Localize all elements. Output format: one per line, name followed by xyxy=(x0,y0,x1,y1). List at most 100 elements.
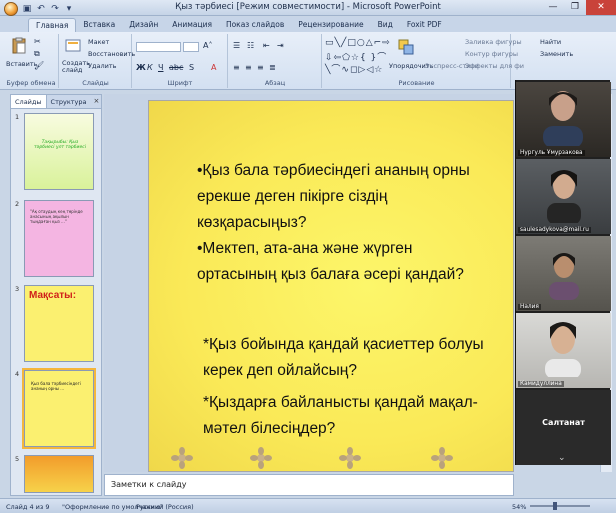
font-size-combo[interactable] xyxy=(183,42,199,52)
participant-tile[interactable]: saulesadykova@mail.ru xyxy=(516,159,611,234)
participant-name: Салтанат xyxy=(542,418,585,427)
new-slide-icon[interactable] xyxy=(64,37,82,55)
shapes-gallery-row3-icon[interactable]: ╲⌒∿◻▷◁☆ xyxy=(325,62,383,75)
justify-icon[interactable]: ≣ xyxy=(269,63,276,72)
thumbnail: Мақсаты: xyxy=(24,285,94,362)
participant-name: saulesadykova@mail.ru xyxy=(518,227,591,233)
indent-icon[interactable]: ⇤ xyxy=(263,41,270,50)
paragraph-label: Абзац xyxy=(264,79,286,87)
flower-ornament-icon xyxy=(339,447,361,469)
new-slide-button[interactable]: Создать слайд xyxy=(62,60,90,74)
tab-foxit-pdf[interactable]: Foxit PDF xyxy=(400,18,449,32)
language[interactable]: Русский (Россия) xyxy=(136,503,194,511)
current-slide[interactable]: •Қыз бала тәрбиесіндегі ананың орны ерек… xyxy=(148,100,514,472)
slide-line-9: мәтел білесіңдер? xyxy=(203,420,336,437)
slide-number: 5 xyxy=(15,455,20,463)
font-label: Шрифт xyxy=(167,79,193,87)
tab-outline[interactable]: Структура xyxy=(47,95,91,108)
paste-icon[interactable] xyxy=(10,37,28,55)
slide-number: 2 xyxy=(15,200,20,208)
thumbnail: Тақырыбы: Қыз тәрбиесі ұлт тәрбиесі xyxy=(24,113,94,190)
tab-animation[interactable]: Анимация xyxy=(165,18,219,32)
slide-line-7: керек деп ойлайсың? xyxy=(203,362,357,379)
delete-button[interactable]: Удалить xyxy=(88,62,116,70)
participant-tile[interactable]: Налия xyxy=(516,236,611,311)
powerpoint-window: ▣ ↶ ↷ ▾ Қыз тәрбиесі [Режим совместимост… xyxy=(0,0,616,513)
drawing-group: ▭╲╱□○△⌐⇨ ⇩⇦⬠☆{ }⌒ ╲⌒∿◻▷◁☆ Упорядочить Эк… xyxy=(323,34,524,88)
participant-avatar xyxy=(543,91,583,146)
slides-label: Слайды xyxy=(82,79,109,87)
video-call-panel: Нургуль Ұмурзакова saulesadykova@mail.ru… xyxy=(515,80,611,465)
drawing-label: Рисование xyxy=(398,79,435,87)
ribbon-tabs: Главная Вставка Дизайн Анимация Показ сл… xyxy=(0,17,616,32)
underline-icon[interactable]: Ч xyxy=(158,63,163,72)
window-title: Қыз тәрбиесі [Режим совместимости] - Mic… xyxy=(175,2,441,12)
bullets-icon[interactable]: ☰ xyxy=(233,41,240,50)
zoom-slider-handle[interactable] xyxy=(553,502,557,510)
shadow-icon[interactable]: S xyxy=(189,63,194,72)
participant-tile[interactable]: Нургуль Ұмурзакова xyxy=(516,82,611,157)
shape-outline-button[interactable]: Контур фигуры xyxy=(465,50,518,58)
tab-slideshow[interactable]: Показ слайдов xyxy=(219,18,291,32)
close-icon[interactable]: × xyxy=(91,95,103,108)
slides-panel-tabs: Слайды Структура × xyxy=(11,95,101,109)
bold-icon[interactable]: Ж xyxy=(136,63,146,72)
slide-number: 1 xyxy=(15,113,20,121)
slide-line-4: •Мектеп, ата-ана және жүрген xyxy=(197,240,413,257)
participant-tile[interactable]: Камидуллина xyxy=(516,313,611,388)
reset-button[interactable]: Восстановить xyxy=(88,50,135,58)
tab-design[interactable]: Дизайн xyxy=(122,18,165,32)
find-button[interactable]: Найти xyxy=(540,38,561,46)
numbering-icon[interactable]: ☷ xyxy=(247,41,254,50)
copy-icon[interactable]: ⧉ xyxy=(34,49,40,59)
status-bar: Слайд 4 из 9 "Оформление по умолчанию" Р… xyxy=(0,498,616,513)
slide-editing-area: •Қыз бала тәрбиесіндегі ананың орны ерек… xyxy=(104,94,514,472)
strikethrough-icon[interactable]: abc xyxy=(169,63,183,72)
notes-pane[interactable]: Заметки к слайду xyxy=(104,474,514,496)
slide-number: 4 xyxy=(15,370,20,378)
zoom-level[interactable]: 54% xyxy=(512,503,526,511)
italic-icon[interactable]: К xyxy=(147,63,153,72)
window-controls: — ❐ ✕ xyxy=(542,0,616,15)
grow-font-icon[interactable]: A˄ xyxy=(203,41,212,50)
zoom-slider[interactable] xyxy=(530,505,590,507)
align-left-icon[interactable]: ≡ xyxy=(233,63,240,72)
participant-avatar xyxy=(549,253,579,300)
align-center-icon[interactable]: ≡ xyxy=(245,63,252,72)
participant-name: Нургуль Ұмурзакова xyxy=(518,150,585,156)
tab-insert[interactable]: Вставка xyxy=(76,18,122,32)
arrange-icon[interactable] xyxy=(397,38,415,56)
slide-line-5: ортасының қыз балаға әсері қандай? xyxy=(197,266,464,283)
tab-slides[interactable]: Слайды xyxy=(11,95,47,108)
close-button[interactable]: ✕ xyxy=(586,0,616,15)
maximize-button[interactable]: ❐ xyxy=(564,0,586,15)
format-painter-icon[interactable]: 🖌 xyxy=(34,61,44,70)
shapes-gallery-icon[interactable]: ▭╲╱□○△⌐⇨ xyxy=(325,38,391,48)
thumbnail: "Ақ отаудың кең төрінде анасының ақылын … xyxy=(24,200,94,277)
flower-ornament-icon xyxy=(250,447,272,469)
outdent-icon[interactable]: ⇥ xyxy=(277,41,284,50)
layout-button[interactable]: Макет xyxy=(88,38,109,46)
paste-button[interactable]: Вставить xyxy=(6,60,37,68)
tab-home[interactable]: Главная xyxy=(28,18,77,32)
participant-name: Налия xyxy=(518,304,541,310)
thumbnail-text: Қыз бала тәрбиесіндегі ананың орны ... xyxy=(31,381,81,391)
font-group: A˄ Ж К Ч abc S A Шрифт xyxy=(133,34,228,88)
participant-avatar xyxy=(545,322,581,377)
slide-line-2: ерекше деген пікірге сіздің xyxy=(197,188,388,205)
slide-line-8: *Қыздарға байланысты қандай мақал- xyxy=(203,394,478,411)
replace-button[interactable]: Заменить xyxy=(540,50,573,58)
participant-name: Камидуллина xyxy=(518,381,564,387)
flower-ornament-icon xyxy=(171,447,193,469)
align-right-icon[interactable]: ≡ xyxy=(257,63,264,72)
tab-view[interactable]: Вид xyxy=(371,18,400,32)
thumbnail-text: Тақырыбы: Қыз тәрбиесі ұлт тәрбиесі xyxy=(34,140,86,150)
thumbnail-text: "Ақ отаудың кең төрінде анасының ақылын … xyxy=(30,209,83,224)
thumbnail xyxy=(24,455,94,493)
tab-review[interactable]: Рецензирование xyxy=(291,18,370,32)
chevron-down-icon[interactable]: ⌄ xyxy=(558,453,566,463)
font-color-icon[interactable]: A xyxy=(211,63,216,72)
font-name-combo[interactable] xyxy=(136,42,181,52)
cut-icon[interactable]: ✂ xyxy=(34,37,41,46)
minimize-button[interactable]: — xyxy=(542,0,564,15)
